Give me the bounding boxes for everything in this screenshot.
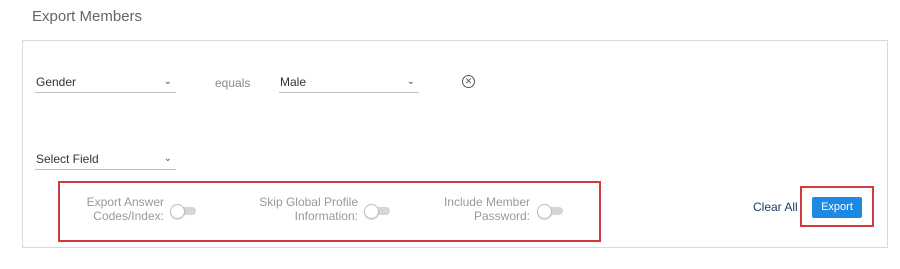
- chevron-down-icon: ⌄: [163, 153, 172, 164]
- export-button[interactable]: Export: [812, 197, 862, 218]
- filter-value-select[interactable]: Male ⌄: [279, 74, 419, 93]
- filter-field-select[interactable]: Gender ⌄: [35, 74, 176, 93]
- option-include-password-label: Include Member Password:: [443, 195, 530, 223]
- option-export-answer-codes-label: Export Answer Codes/Index:: [86, 195, 164, 223]
- chevron-down-icon: ⌄: [406, 76, 415, 87]
- remove-filter-icon[interactable]: ✕: [462, 75, 475, 88]
- filter-operator: equals: [215, 76, 251, 90]
- page-title: Export Members: [32, 8, 143, 25]
- clear-all-link[interactable]: Clear All: [753, 200, 798, 214]
- include-password-toggle[interactable]: [537, 204, 563, 219]
- option-skip-global-profile-label: Skip Global Profile Information:: [259, 195, 358, 223]
- chevron-down-icon: ⌄: [163, 76, 172, 87]
- export-panel: Gender ⌄ equals Male ⌄ ✕ Select Field ⌄ …: [22, 40, 888, 248]
- new-filter-placeholder: Select Field: [36, 152, 99, 166]
- export-answer-codes-toggle[interactable]: [170, 204, 196, 219]
- new-filter-field-select[interactable]: Select Field ⌄: [35, 151, 176, 170]
- filter-value-text: Male: [280, 75, 307, 89]
- skip-global-profile-toggle[interactable]: [364, 204, 390, 219]
- filter-field-value: Gender: [36, 75, 77, 89]
